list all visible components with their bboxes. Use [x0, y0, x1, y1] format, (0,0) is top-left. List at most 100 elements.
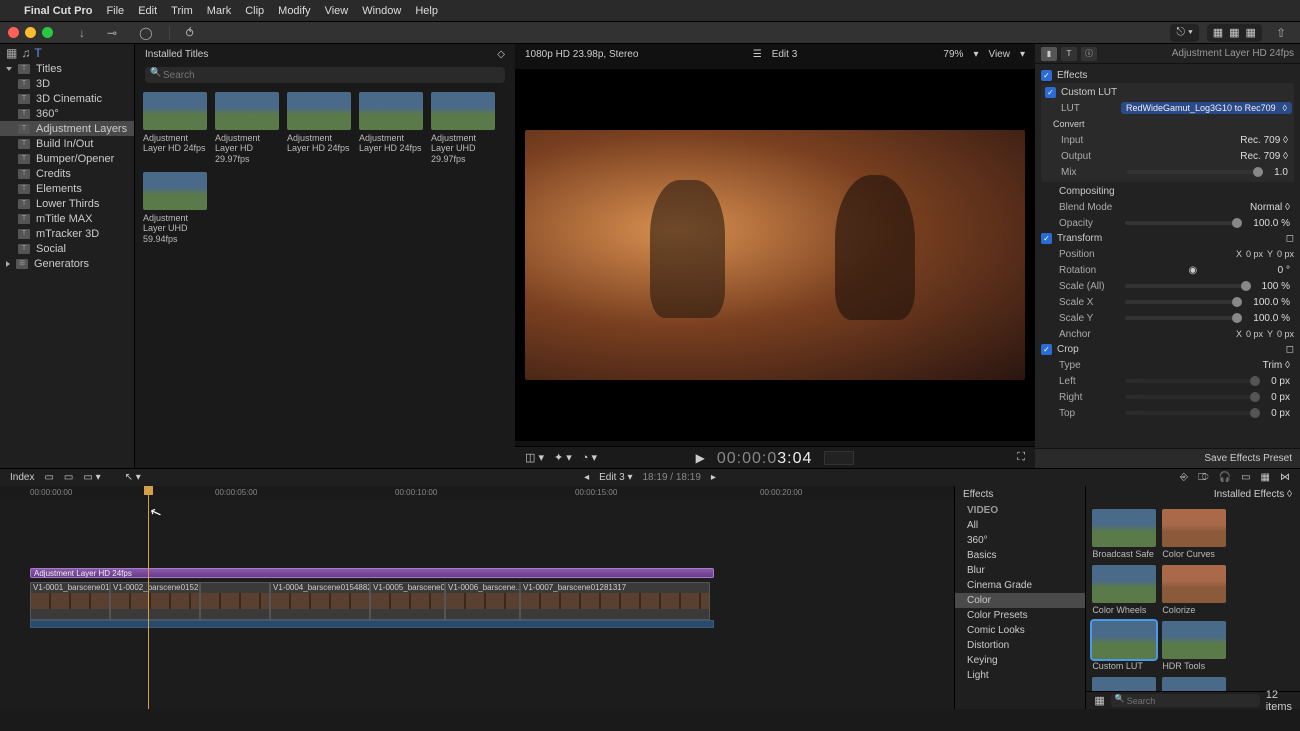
transform-reset-icon[interactable]: ◻ [1286, 233, 1294, 244]
transform-checkbox[interactable]: ✓ [1041, 233, 1052, 244]
scale-x-value[interactable]: 100.0 % [1253, 297, 1294, 308]
menu-view[interactable]: View [325, 5, 349, 17]
chevron-down-icon[interactable]: ▾ [1020, 49, 1025, 60]
save-preset-button[interactable]: Save Effects Preset [1204, 453, 1292, 464]
anchor-x[interactable]: 0 px [1246, 329, 1263, 339]
effect-item[interactable]: Colorize [1162, 565, 1226, 615]
playhead[interactable] [148, 486, 149, 709]
effect-item[interactable]: Custom LUT [1092, 621, 1156, 671]
transitions-browser-icon[interactable]: ⋈ [1280, 472, 1290, 483]
library-item[interactable]: Adjustment Layer HD 29.97fps [215, 92, 279, 164]
select-tool-icon[interactable]: ↖ ▾ [125, 472, 141, 483]
effects-settings-icon[interactable]: ▦ [1094, 694, 1104, 707]
arrange-icon[interactable]: ⥀ [180, 24, 200, 42]
output-value[interactable]: Rec. 709 ◊ [1240, 151, 1292, 162]
effect-item[interactable]: Color Wheels [1092, 565, 1156, 615]
effect-category[interactable]: Blur [955, 563, 1085, 578]
layout-1-icon[interactable]: ▦ [1213, 26, 1223, 40]
scale-x-slider[interactable] [1125, 300, 1242, 304]
library-title[interactable]: Installed Titles [145, 49, 208, 60]
installed-effects-label[interactable]: Installed Effects ◊ [1214, 489, 1292, 500]
menu-help[interactable]: Help [415, 5, 438, 17]
library-item[interactable]: Adjustment Layer HD 24fps [287, 92, 351, 164]
sidebar-item[interactable]: TCredits [0, 166, 134, 181]
sidebar-item[interactable]: TAdjustment Layers [0, 121, 134, 136]
menu-modify[interactable]: Modify [278, 5, 310, 17]
timeline-tracks[interactable]: 00:00:00:00 00:00:05:00 00:00:10:00 00:0… [0, 486, 955, 709]
crop-left-slider[interactable] [1125, 379, 1260, 383]
library-search-input[interactable] [145, 67, 505, 83]
mix-value[interactable]: 1.0 [1274, 167, 1292, 178]
timeline-clip[interactable]: V1-0007_barscene01281317 [520, 582, 710, 620]
title-clip[interactable]: Adjustment Layer HD 24fps [30, 568, 714, 578]
effect-category[interactable]: Cinema Grade [955, 578, 1085, 593]
custom-lut-checkbox[interactable]: ✓ [1045, 87, 1056, 98]
scale-y-slider[interactable] [1125, 316, 1242, 320]
background-tasks-icon[interactable]: ◯ [133, 24, 158, 42]
clip-appearance-icon[interactable]: ▭ [44, 472, 53, 483]
sidebar-item[interactable]: TBuild In/Out [0, 136, 134, 151]
menu-mark[interactable]: Mark [207, 5, 231, 17]
menu-edit[interactable]: Edit [138, 5, 157, 17]
scale-all-value[interactable]: 100 % [1262, 281, 1294, 292]
chevron-down-icon[interactable]: ▾ [973, 49, 978, 60]
share-icon[interactable]: ⇧ [1270, 24, 1292, 42]
close-button[interactable] [8, 27, 19, 38]
next-edit-icon[interactable]: ▸ [711, 472, 716, 483]
lut-select[interactable]: RedWideGamut_Log3G10 to Rec709◊ [1121, 102, 1292, 114]
sidebar-item[interactable]: TLower Thirds [0, 196, 134, 211]
crop-top-value[interactable]: 0 px [1271, 408, 1294, 419]
scale-y-value[interactable]: 100.0 % [1253, 313, 1294, 324]
opacity-value[interactable]: 100.0 % [1253, 218, 1294, 229]
timecode[interactable]: 00:00:03:04 [717, 448, 813, 468]
maximize-button[interactable] [42, 27, 53, 38]
effect-item[interactable] [1162, 677, 1226, 691]
view-menu[interactable]: View [988, 49, 1010, 60]
sidebar-item[interactable]: TBumper/Opener [0, 151, 134, 166]
sidebar-item[interactable]: TSocial [0, 241, 134, 256]
timeline-clip[interactable]: V1-0005_barscene01... [370, 582, 445, 620]
effect-item[interactable]: Broadcast Safe [1092, 509, 1156, 559]
effect-category[interactable]: Distortion [955, 638, 1085, 653]
effect-category[interactable]: Keying [955, 653, 1085, 668]
effect-category[interactable]: Light [955, 668, 1085, 683]
text-inspector-tab[interactable]: T [1061, 47, 1077, 61]
effect-category[interactable]: 360° [955, 533, 1085, 548]
pos-x[interactable]: 0 px [1246, 249, 1263, 259]
sidebar-item[interactable]: T3D [0, 76, 134, 91]
sidebar-item[interactable]: TElements [0, 181, 134, 196]
effect-category[interactable]: Color [955, 593, 1085, 608]
disclosure-triangle-icon[interactable] [6, 67, 12, 71]
crop-type-value[interactable]: Trim ◊ [1263, 360, 1294, 371]
scale-all-slider[interactable] [1125, 284, 1251, 288]
mix-slider[interactable] [1127, 170, 1263, 174]
crop-right-value[interactable]: 0 px [1271, 392, 1294, 403]
opacity-slider[interactable] [1125, 221, 1242, 225]
info-inspector-tab[interactable]: ⓘ [1081, 47, 1097, 61]
crop-checkbox[interactable]: ✓ [1041, 344, 1052, 355]
generators-section[interactable]: ⊞ Generators [0, 256, 134, 271]
menu-window[interactable]: Window [362, 5, 401, 17]
play-button[interactable]: ▶ [696, 451, 705, 465]
library-menu-icon[interactable]: ◇ [497, 49, 505, 60]
effects-browser-icon[interactable]: ▦ [1261, 472, 1270, 483]
minimize-button[interactable] [25, 27, 36, 38]
effect-category[interactable]: Color Presets [955, 608, 1085, 623]
effect-category[interactable]: All [955, 518, 1085, 533]
crop-reset-icon[interactable]: ◻ [1286, 344, 1294, 355]
tool-group[interactable]: ⎋ ▾ [1170, 24, 1198, 42]
sidebar-item[interactable]: TmTitle MAX [0, 211, 134, 226]
import-icon[interactable]: ↓ [73, 24, 91, 42]
sidebar-item[interactable]: TmTracker 3D [0, 226, 134, 241]
blend-value[interactable]: Normal ◊ [1250, 202, 1294, 213]
viewer-settings-icon[interactable]: ☰ [753, 49, 762, 60]
pos-y[interactable]: 0 px [1277, 249, 1294, 259]
index-button[interactable]: Index [10, 472, 34, 483]
effect-item[interactable]: HDR Tools [1162, 621, 1226, 671]
library-item[interactable]: Adjustment Layer UHD 29.97fps [431, 92, 495, 164]
timeline-clip[interactable]: V1-0006_barscene... [445, 582, 520, 620]
prev-edit-icon[interactable]: ◂ [584, 472, 589, 483]
timeline-clip[interactable]: V1-0004_barscene01548823 [270, 582, 370, 620]
rotation-dial-icon[interactable]: ◉ [1188, 265, 1197, 276]
effect-item[interactable]: Color Curves [1162, 509, 1226, 559]
